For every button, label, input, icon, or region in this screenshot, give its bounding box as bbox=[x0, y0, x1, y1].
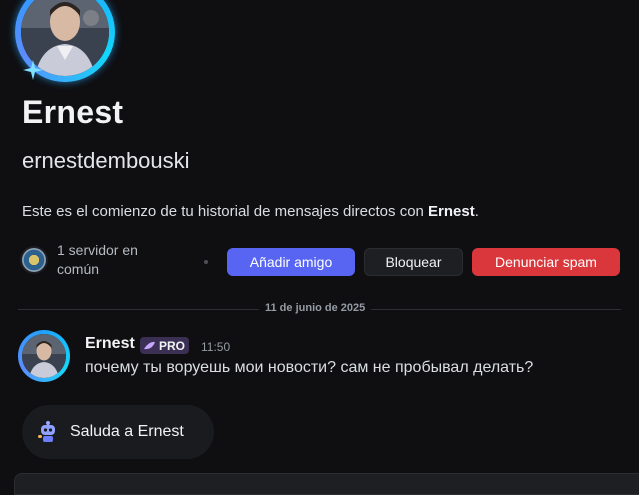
mutual-line-2: común bbox=[57, 261, 100, 277]
intro-name: Ernest bbox=[428, 203, 475, 220]
robot-wave-icon bbox=[38, 421, 55, 442]
mutual-line-1: 1 servidor en bbox=[57, 242, 138, 258]
intro-prefix: Este es el comienzo de tu historial de m… bbox=[22, 203, 429, 220]
pro-badge-label: PRO bbox=[159, 338, 186, 353]
block-button[interactable]: Bloquear bbox=[364, 248, 463, 276]
mutual-servers[interactable]: 1 servidor en común bbox=[22, 241, 167, 279]
intro-suffix: . bbox=[474, 203, 479, 220]
profile-avatar[interactable] bbox=[13, 0, 121, 86]
wave-button-label: Saluda a Ernest bbox=[70, 423, 184, 440]
server-icon bbox=[22, 248, 46, 272]
mutual-servers-label: 1 servidor en común bbox=[57, 241, 167, 279]
message-avatar-photo bbox=[22, 334, 66, 378]
dm-intro-text: Este es el comienzo de tu historial de m… bbox=[22, 203, 479, 220]
wave-button[interactable]: Saluda a Ernest bbox=[22, 405, 214, 459]
profile-display-name: Ernest bbox=[22, 94, 124, 130]
message-author[interactable]: Ernest bbox=[85, 335, 135, 353]
sparkle-icon bbox=[23, 60, 43, 80]
message-composer[interactable] bbox=[14, 473, 639, 495]
add-friend-button[interactable]: Añadir amigo bbox=[227, 248, 355, 276]
nitro-gem-icon bbox=[144, 341, 155, 349]
message-timestamp: 11:50 bbox=[201, 340, 231, 354]
pro-badge[interactable]: PRO bbox=[140, 337, 190, 354]
message-text: почему ты воруешь мои новости? сам не пр… bbox=[85, 359, 534, 376]
message-avatar[interactable] bbox=[18, 330, 70, 382]
report-spam-button[interactable]: Denunciar spam bbox=[472, 248, 620, 276]
profile-username: ernestdembouski bbox=[22, 148, 190, 173]
date-divider: 11 de junio de 2025 bbox=[259, 302, 372, 314]
separator-dot bbox=[204, 260, 208, 264]
